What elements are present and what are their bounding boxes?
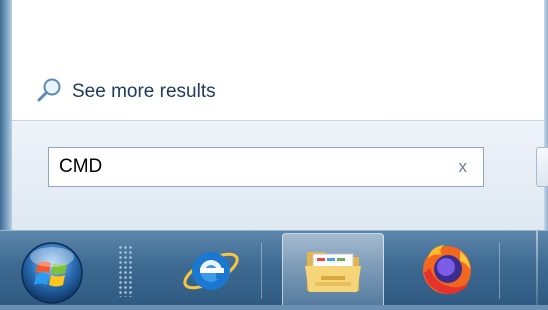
taskbar-internet-explorer[interactable] <box>160 233 262 305</box>
start-menu-frame-right <box>544 0 548 230</box>
taskbar-separator <box>499 243 500 299</box>
see-more-results-link[interactable]: See more results <box>36 78 216 106</box>
start-search-box[interactable]: x <box>48 147 484 187</box>
taskbar-separator <box>261 243 262 299</box>
clear-search-icon[interactable]: x <box>459 157 468 177</box>
windows-orb-icon <box>21 242 83 304</box>
start-menu-frame-left <box>0 0 12 230</box>
internet-explorer-icon <box>183 252 239 290</box>
start-button[interactable] <box>14 235 92 305</box>
taskbar-grip[interactable] <box>118 245 134 297</box>
taskbar-firefox[interactable] <box>396 233 500 305</box>
see-more-results-label: See more results <box>72 81 216 102</box>
search-input[interactable] <box>49 148 449 186</box>
shut-down-button[interactable] <box>536 147 548 187</box>
firefox-icon <box>423 245 471 294</box>
search-icon <box>36 76 64 109</box>
taskbar-edge <box>536 231 538 305</box>
taskbar <box>0 230 548 305</box>
folder-icon <box>305 251 361 292</box>
taskbar-windows-explorer[interactable] <box>282 233 384 305</box>
